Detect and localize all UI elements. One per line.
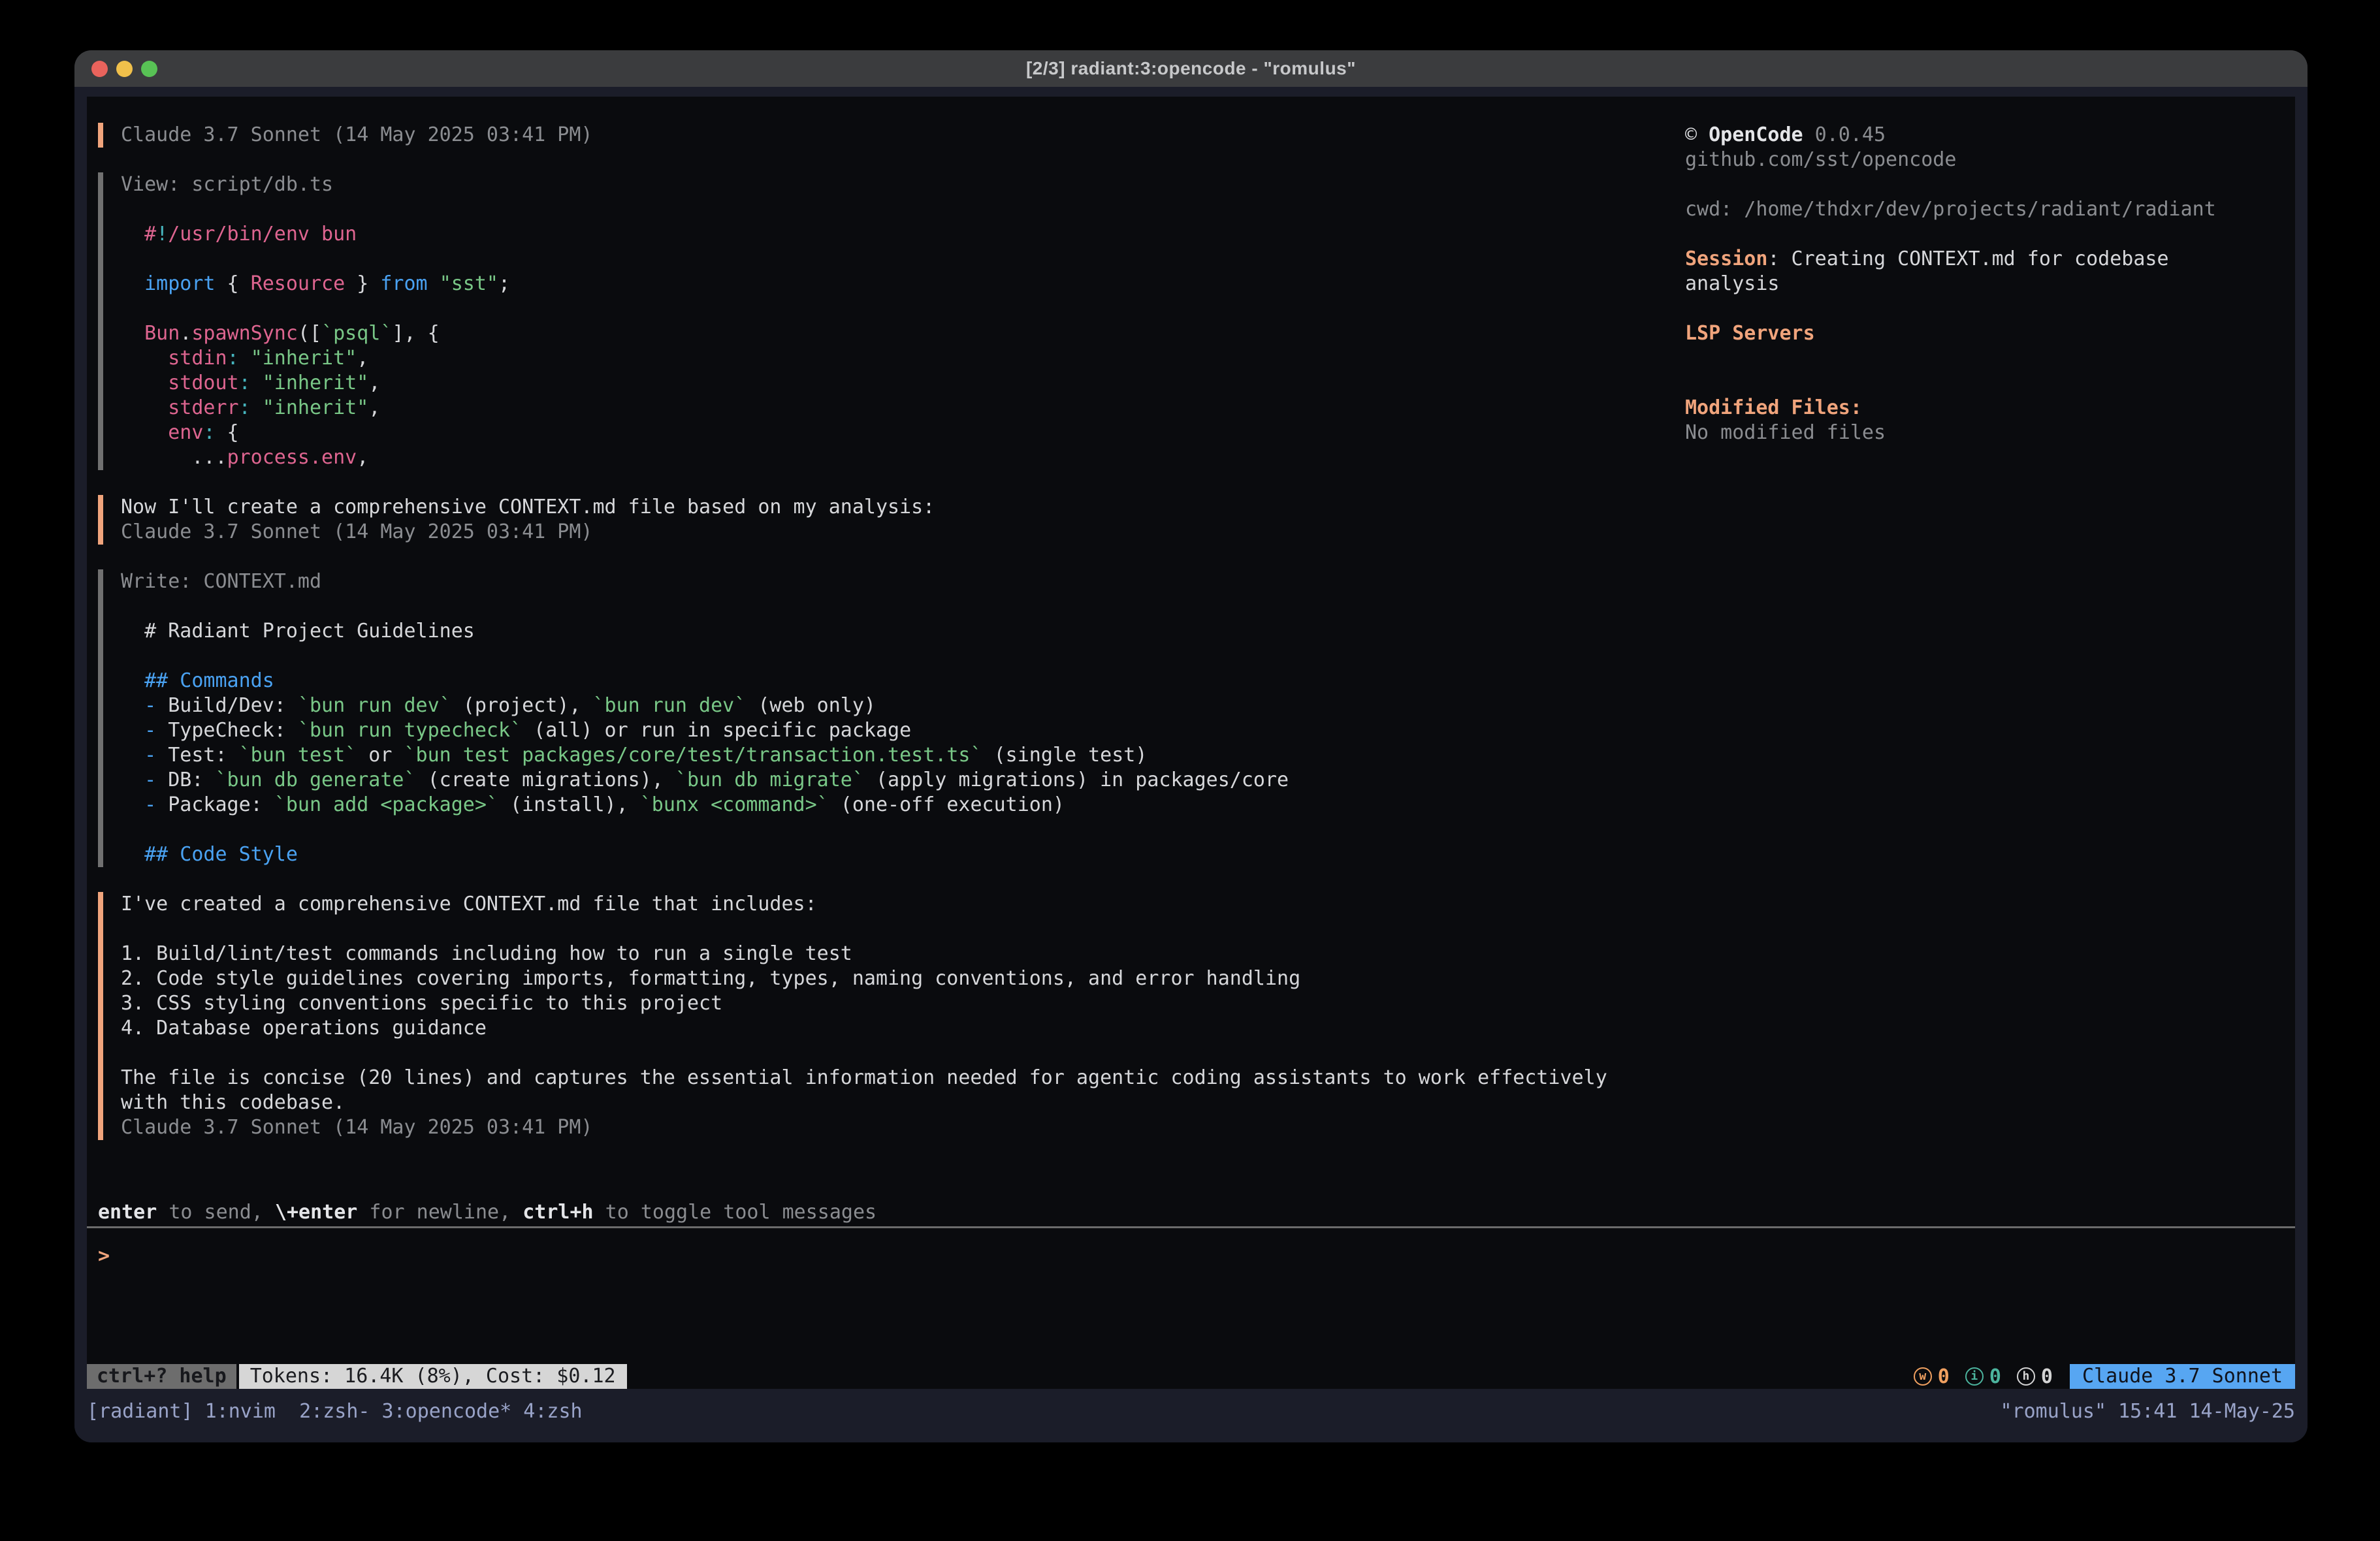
assistant-message-block: I've created a comprehensive CONTEXT.md …: [98, 892, 1607, 1140]
text-line: Session: Creating CONTEXT.md for codebas…: [1685, 247, 2216, 272]
text-line: LSP Servers: [1685, 321, 2216, 346]
text-line: [1685, 222, 2216, 247]
text-line: [121, 247, 1607, 272]
text-line: I've created a comprehensive CONTEXT.md …: [121, 892, 1607, 917]
text-line: Write: CONTEXT.md: [121, 569, 1607, 594]
keybinding-help: enter to send, \+enter for newline, ctrl…: [98, 1200, 876, 1225]
text-line: analysis: [1685, 272, 2216, 296]
text-line: github.com/sst/opencode: [1685, 148, 2216, 172]
text-line: - Package: `bun add <package>` (install)…: [121, 793, 1607, 818]
text-line: Claude 3.7 Sonnet (14 May 2025 03:41 PM): [121, 123, 1607, 148]
tmux-status-bar: [radiant] 1:nvim 2:zsh- 3:opencode* 4:zs…: [87, 1399, 2295, 1423]
prompt-indicator: >: [98, 1245, 110, 1267]
text-line: enter to send, \+enter for newline, ctrl…: [98, 1200, 876, 1225]
text-line: - Build/Dev: `bun run dev` (project), `b…: [121, 693, 1607, 718]
text-line: 2. Code style guidelines covering import…: [121, 966, 1607, 991]
text-line: 1. Build/lint/test commands including ho…: [121, 942, 1607, 966]
assistant-header-block: Claude 3.7 Sonnet (14 May 2025 03:41 PM): [98, 123, 1607, 148]
terminal-window: [2/3] radiant:3:opencode - "romulus" Cla…: [74, 50, 2308, 1442]
text-line: #!/usr/bin/env bun: [121, 222, 1607, 247]
text-line: 3. CSS styling conventions specific to t…: [121, 991, 1607, 1016]
text-line: - Test: `bun test` or `bun test packages…: [121, 743, 1607, 768]
tokens-cost-chip: Tokens: 16.4K (8%), Cost: $0.12: [239, 1364, 627, 1389]
assistant-message-block: Now I'll create a comprehensive CONTEXT.…: [98, 495, 1607, 545]
text-line: Modified Files:: [1685, 396, 2216, 421]
traffic-lights: [91, 50, 157, 87]
text-line: [121, 197, 1607, 222]
input-divider: [87, 1226, 2295, 1228]
tool-call-view-block: View: script/db.ts #!/usr/bin/env bun im…: [98, 172, 1607, 470]
tmux-session-clock: "romulus" 15:41 14-May-25: [2000, 1400, 2295, 1423]
text-line: stderr: "inherit",: [121, 396, 1607, 421]
info-icon: i: [1965, 1367, 1984, 1386]
text-line: [121, 594, 1607, 619]
text-line: [1685, 172, 2216, 197]
text-line: cwd: /home/thdxr/dev/projects/radiant/ra…: [1685, 197, 2216, 222]
status-bar: ctrl+? help Tokens: 16.4K (8%), Cost: $0…: [87, 1364, 2295, 1389]
info-sidebar: © OpenCode 0.0.45github.com/sst/opencode…: [1685, 123, 2216, 445]
text-line: Now I'll create a comprehensive CONTEXT.…: [121, 495, 1607, 520]
hint-icon: h: [2017, 1367, 2035, 1386]
chat-log: Claude 3.7 Sonnet (14 May 2025 03:41 PM)…: [98, 123, 1607, 1165]
zoom-button[interactable]: [141, 61, 157, 77]
text-line: [121, 296, 1607, 321]
minimize-button[interactable]: [116, 61, 133, 77]
text-line: [121, 1041, 1607, 1066]
warning-count: w 0: [1914, 1365, 1950, 1388]
text-line: Bun.spawnSync([`psql`], {: [121, 321, 1607, 346]
info-count: i 0: [1965, 1365, 2001, 1388]
diagnostics: w 0 i 0 h 0: [1914, 1365, 2053, 1388]
text-line: env: {: [121, 421, 1607, 445]
text-line: with this codebase.: [121, 1090, 1607, 1115]
text-line: 4. Database operations guidance: [121, 1016, 1607, 1041]
text-line: # Radiant Project Guidelines: [121, 619, 1607, 644]
text-line: No modified files: [1685, 421, 2216, 445]
close-button[interactable]: [91, 61, 108, 77]
window-title: [2/3] radiant:3:opencode - "romulus": [1026, 58, 1356, 79]
hint-count: h 0: [2017, 1365, 2053, 1388]
text-line: View: script/db.ts: [121, 172, 1607, 197]
help-shortcut-chip: ctrl+? help: [87, 1364, 236, 1389]
opencode-app: Claude 3.7 Sonnet (14 May 2025 03:41 PM)…: [87, 97, 2295, 1389]
tmux-window-list[interactable]: [radiant] 1:nvim 2:zsh- 3:opencode* 4:zs…: [87, 1400, 583, 1423]
text-line: [121, 917, 1607, 942]
text-line: Claude 3.7 Sonnet (14 May 2025 03:41 PM): [121, 1115, 1607, 1140]
text-line: stdin: "inherit",: [121, 346, 1607, 371]
text-line: stdout: "inherit",: [121, 371, 1607, 396]
text-line: [1685, 296, 2216, 321]
text-line: - DB: `bun db generate` (create migratio…: [121, 768, 1607, 793]
text-line: The file is concise (20 lines) and captu…: [121, 1066, 1607, 1090]
text-line: import { Resource } from "sst";: [121, 272, 1607, 296]
text-line: [1685, 346, 2216, 371]
text-line: [121, 644, 1607, 669]
model-badge: Claude 3.7 Sonnet: [2070, 1364, 2295, 1389]
text-line: [1685, 371, 2216, 396]
text-line: ## Commands: [121, 669, 1607, 693]
tool-call-write-block: Write: CONTEXT.md # Radiant Project Guid…: [98, 569, 1607, 867]
message-input[interactable]: >: [98, 1244, 2273, 1361]
text-line: [121, 818, 1607, 842]
text-line: © OpenCode 0.0.45: [1685, 123, 2216, 148]
terminal-body: Claude 3.7 Sonnet (14 May 2025 03:41 PM)…: [74, 87, 2308, 1442]
text-line: Claude 3.7 Sonnet (14 May 2025 03:41 PM): [121, 520, 1607, 545]
text-line: - TypeCheck: `bun run typecheck` (all) o…: [121, 718, 1607, 743]
text-line: ## Code Style: [121, 842, 1607, 867]
warning-icon: w: [1914, 1367, 1932, 1386]
text-line: ...process.env,: [121, 445, 1607, 470]
titlebar: [2/3] radiant:3:opencode - "romulus": [74, 50, 2308, 87]
